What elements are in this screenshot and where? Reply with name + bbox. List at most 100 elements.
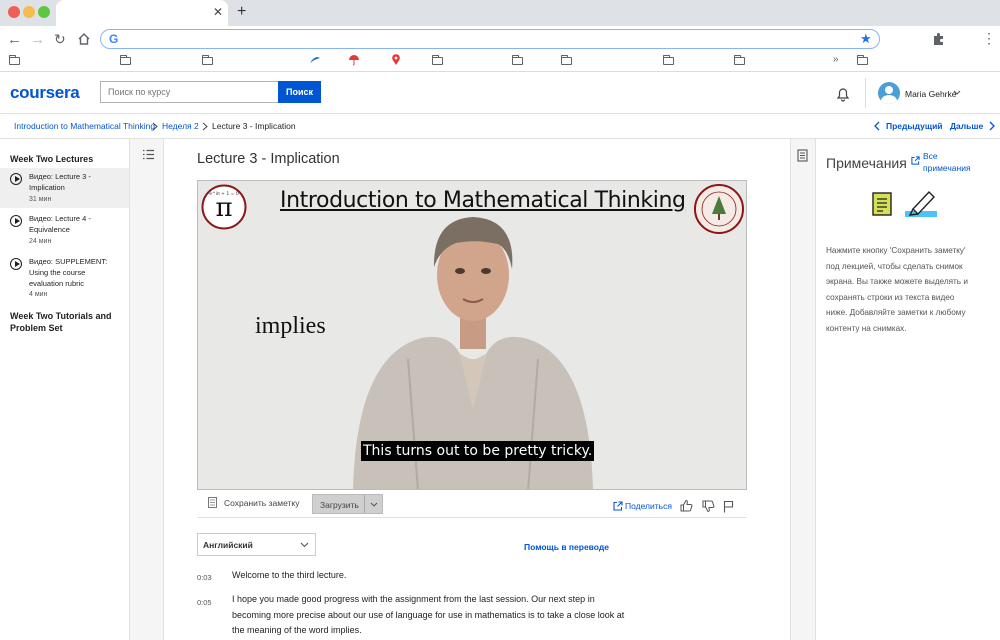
bookmark-folder-icon[interactable] [560,55,572,65]
outline-toggle-rail [130,139,164,640]
course-search-input[interactable] [100,81,278,103]
section-title-line: Problem Set [10,323,63,333]
bookmark-folder-icon[interactable] [201,55,213,65]
reload-icon[interactable]: ↻ [54,32,66,47]
share-icon[interactable] [613,501,623,511]
item-title-line: Implication [29,183,65,192]
transcript-paragraph[interactable]: Welcome to the third lecture. [232,568,632,584]
item-duration: 31 мин [29,196,52,203]
transcript-line[interactable]: Welcome to the third lecture. [232,570,346,580]
notes-instructions: Нажмите кнопку 'Сохранить заметку' под л… [826,243,986,336]
home-icon[interactable] [77,32,91,46]
sidebar-item-supplement[interactable]: Видео: SUPPLEMENT: Using the course evalua… [0,253,129,303]
bookmarks-overflow[interactable]: » [833,54,839,65]
chevron-down-icon [370,502,378,507]
notifications-bell-icon[interactable] [836,86,850,102]
all-notes-link[interactable]: Все примечания [923,150,971,174]
transcript-line[interactable]: the meaning of the word implies. [232,625,362,635]
maximize-window-button[interactable] [38,6,50,18]
bookmark-folder-icon[interactable] [662,55,674,65]
new-tab-button[interactable]: + [237,3,246,21]
minimize-window-button[interactable] [23,6,35,18]
save-note-icon[interactable] [208,497,217,508]
notes-instruction-line: сохранять строки из текста видео [826,292,955,302]
user-menu-chevron-down-icon[interactable] [953,90,961,96]
external-link-icon[interactable] [911,156,920,165]
share-button[interactable]: Поделиться [625,501,672,511]
item-title-line: Using the course [29,268,86,277]
item-title-line: Видео: SUPPLEMENT: [29,257,108,266]
play-circle-icon [10,173,22,185]
transcript-line[interactable]: I hope you made good progress with the a… [232,594,595,604]
item-title-line: Видео: Lecture 3 - [29,172,91,181]
extensions-icon[interactable] [932,32,945,45]
slide-word: implies [255,313,326,339]
next-chevron-icon[interactable] [989,121,995,131]
tab-close-icon[interactable]: ✕ [213,5,223,19]
thumbs-up-icon[interactable] [680,499,693,512]
transcript-timestamp[interactable]: 0:03 [197,573,212,582]
thumbs-down-icon[interactable] [702,500,715,513]
bookmark-folder-icon[interactable] [8,55,20,65]
all-notes-line: примечания [923,163,971,173]
download-dropdown[interactable]: Загрузить [312,494,383,514]
header-divider [865,78,866,108]
video-caption: This turns out to be pretty tricky. [361,441,595,461]
user-name[interactable]: Maria Gehrke [905,89,957,99]
bookmark-bird-icon[interactable] [309,55,321,65]
previous-button[interactable]: Предыдущий [886,121,943,131]
transcript-paragraph[interactable]: I hope you made good progress with the a… [232,592,632,639]
svg-text:π: π [215,193,232,223]
other-bookmarks-folder-icon[interactable] [856,55,868,65]
browser-menu-icon[interactable]: ⋮ [982,30,996,47]
play-circle-icon [10,215,22,227]
save-note-button[interactable]: Сохранить заметку [224,498,299,508]
address-bar[interactable]: G ★ [100,29,880,49]
notes-instruction-line: ниже. Добавляйте заметки к любому [826,308,966,317]
bookmark-folder-icon[interactable] [431,55,443,65]
language-value: Английский [203,540,253,550]
lecture-title: Lecture 3 - Implication [197,151,340,167]
breadcrumb-course[interactable]: Introduction to Mathematical Thinking [14,121,155,131]
next-button[interactable]: Дальше [950,121,983,131]
outline-list-icon[interactable] [142,149,155,160]
bookmark-folder-icon[interactable] [511,55,523,65]
dropdown-divider [364,495,365,513]
transcript-line[interactable]: becoming more precise about our use of l… [232,610,624,620]
coursera-logo[interactable]: coursera [10,83,80,103]
bookmark-map-pin-icon[interactable] [391,54,401,66]
close-window-button[interactable] [8,6,20,18]
notes-instruction-line: под лекцией, чтобы сделать снимок [826,261,963,271]
section-week-two-tutorials[interactable]: Week Two Tutorials and Problem Set [10,310,112,334]
transcript-timestamp[interactable]: 0:05 [197,598,212,607]
sidebar-item-lecture-4[interactable]: Видео: Lecture 4 - Equivalence 24 мин [0,210,129,250]
notes-document-icon[interactable] [797,149,808,162]
forward-icon[interactable]: → [30,32,45,47]
help-translate-link[interactable]: Помощь в переводе [524,542,609,552]
pi-seal-logo: πe^iπ + 1 = 0 [201,184,247,230]
sidebar-item-lecture-3[interactable]: Видео: Lecture 3 - Implication 31 мин [0,168,129,208]
breadcrumb-week[interactable]: Неделя 2 [162,121,199,131]
bookmark-umbrella-icon[interactable] [348,54,360,66]
bookmarks-bar [0,52,1000,72]
breadcrumb-chevron-icon [152,122,158,131]
browser-tab[interactable]: ✕ [56,0,228,26]
flag-icon[interactable] [723,500,734,513]
notes-instruction-line: экрана. Вы также можете выделять и [826,277,968,286]
note-document-illustration-icon [872,192,892,216]
section-week-two-lectures[interactable]: Week Two Lectures [10,153,93,165]
notes-instruction-line: Нажмите кнопку 'Сохранить заметку' [826,246,966,255]
user-avatar[interactable] [878,82,900,104]
bookmark-star-icon[interactable]: ★ [860,31,872,47]
play-circle-icon [10,258,22,270]
notes-instruction-line: контенту на снимках. [826,323,907,333]
previous-chevron-icon[interactable] [874,121,880,131]
bookmark-folder-icon[interactable] [733,55,745,65]
section-title-line: Week Two Tutorials and [10,311,112,321]
all-notes-line: Все [923,151,938,161]
back-icon[interactable]: ← [7,32,22,47]
notes-title: Примечания [826,155,907,171]
bookmark-folder-icon[interactable] [119,55,131,65]
transcript-language-select[interactable]: Английский [197,533,316,556]
search-button[interactable]: Поиск [278,81,321,103]
